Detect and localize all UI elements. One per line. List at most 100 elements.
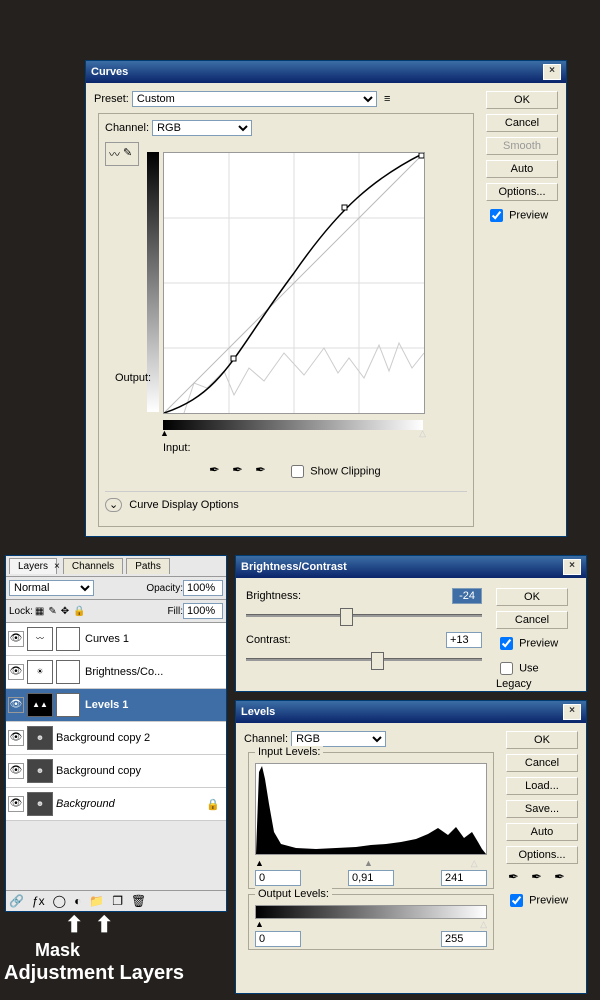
link-icon[interactable]: 🔗 [9, 894, 24, 908]
titlebar[interactable]: Levels × [236, 701, 586, 723]
output-black[interactable] [255, 931, 301, 947]
eyedropper-black-icon[interactable]: ✒ [508, 869, 524, 885]
lock-move-icon[interactable]: ✥ [61, 606, 69, 617]
ok-button[interactable]: OK [496, 588, 568, 606]
layer-row[interactable]: 👁〰Curves 1 [6, 623, 226, 656]
cancel-button[interactable]: Cancel [506, 754, 578, 772]
contrast-slider[interactable] [246, 650, 482, 670]
layer-thumbnail[interactable]: ☻ [27, 759, 53, 783]
layer-name: Levels 1 [85, 699, 128, 711]
preset-select[interactable]: Custom [132, 91, 377, 107]
titlebar[interactable]: Brightness/Contrast × [236, 556, 586, 578]
title: Levels [241, 706, 275, 718]
cancel-button[interactable]: Cancel [496, 611, 568, 629]
auto-button[interactable]: Auto [506, 823, 578, 841]
folder-icon[interactable]: 📁 [89, 894, 104, 908]
brightness-label: Brightness: [246, 590, 321, 602]
tab-channels[interactable]: Channels [63, 558, 123, 574]
eyedropper-white-icon[interactable]: ✒ [255, 462, 271, 478]
eye-icon[interactable]: 👁 [8, 631, 24, 647]
add-mask-icon[interactable]: ◯ [53, 894, 66, 908]
show-clipping-checkbox[interactable] [291, 465, 304, 478]
white-point-slider[interactable]: △ [471, 858, 478, 869]
legacy-checkbox[interactable] [500, 662, 513, 675]
smooth-button[interactable]: Smooth [486, 137, 558, 155]
output-white[interactable] [441, 931, 487, 947]
close-icon[interactable]: × [563, 559, 581, 575]
close-icon[interactable]: × [563, 704, 581, 720]
opacity-value[interactable]: 100% [183, 580, 223, 596]
layer-row[interactable]: 👁☀Brightness/Co... [6, 656, 226, 689]
titlebar[interactable]: Curves × [86, 61, 566, 83]
preset-menu-icon[interactable]: ≡ [384, 93, 390, 105]
eye-icon[interactable]: 👁 [8, 697, 24, 713]
auto-button[interactable]: Auto [486, 160, 558, 178]
eyedropper-white-icon[interactable]: ✒ [554, 869, 570, 885]
contrast-value[interactable]: +13 [446, 632, 482, 648]
layer-thumbnail[interactable]: 〰 [27, 627, 53, 651]
curve-graph[interactable] [163, 152, 425, 414]
ok-button[interactable]: OK [486, 91, 558, 109]
layer-row[interactable]: 👁☻Background copy [6, 755, 226, 788]
layer-row[interactable]: 👁☻Background copy 2 [6, 722, 226, 755]
preview-checkbox[interactable] [510, 894, 523, 907]
tab-layers[interactable]: Layers [9, 558, 57, 574]
layer-thumbnail[interactable]: ☀ [27, 660, 53, 684]
load-button[interactable]: Load... [506, 777, 578, 795]
input-white[interactable] [441, 870, 487, 886]
tab-paths[interactable]: Paths [126, 558, 170, 574]
save-button[interactable]: Save... [506, 800, 578, 818]
lock-brush-icon[interactable]: ✎ [48, 606, 56, 617]
layer-row[interactable]: 👁☻Background🔒 [6, 788, 226, 821]
adjustment-icon[interactable]: ◐ [74, 894, 81, 908]
curve-tool-icon[interactable]: 〰 [109, 146, 120, 162]
brightness-slider[interactable] [246, 606, 482, 626]
ok-button[interactable]: OK [506, 731, 578, 749]
fill-value[interactable]: 100% [183, 603, 223, 619]
arrow-icon: ⬆ [95, 912, 113, 938]
expand-icon[interactable]: ⌄ [105, 498, 122, 512]
layers-panel: Layers× Channels Paths Normal Opacity: 1… [5, 555, 227, 912]
eye-icon[interactable]: 👁 [8, 763, 24, 779]
input-gradient: ▲ △ [163, 420, 423, 430]
input-gamma[interactable] [348, 870, 394, 886]
channel-select[interactable]: RGB [291, 731, 386, 747]
out-black-slider[interactable]: ▲ [255, 919, 264, 929]
gray-point-slider[interactable]: ▲ [364, 858, 373, 868]
channel-select[interactable]: RGB [152, 120, 252, 136]
pencil-tool-icon[interactable]: ✎ [123, 146, 132, 162]
eye-icon[interactable]: 👁 [8, 796, 24, 812]
eyedropper-gray-icon[interactable]: ✒ [232, 462, 248, 478]
black-slider-icon[interactable]: ▲ [160, 428, 169, 438]
blend-mode-select[interactable]: Normal [9, 580, 94, 596]
eye-icon[interactable]: 👁 [8, 730, 24, 746]
preview-checkbox[interactable] [500, 637, 513, 650]
layer-mask[interactable] [56, 660, 80, 684]
trash-icon[interactable]: 🗑 [131, 894, 146, 908]
black-point-slider[interactable]: ▲ [255, 858, 264, 868]
eye-icon[interactable]: 👁 [8, 664, 24, 680]
mask-annotation: Mask [35, 940, 80, 961]
preview-checkbox[interactable] [490, 209, 503, 222]
layer-mask[interactable] [56, 693, 80, 717]
lock-pixels-icon[interactable]: ▦ [35, 606, 44, 617]
layer-thumbnail[interactable]: ☻ [27, 726, 53, 750]
layer-row[interactable]: 👁▲▲ Levels 1 [6, 689, 226, 722]
fx-icon[interactable]: ƒx [32, 894, 45, 908]
layer-thumbnail[interactable]: ▲▲ [27, 693, 53, 717]
cancel-button[interactable]: Cancel [486, 114, 558, 132]
brightness-value[interactable]: -24 [452, 588, 482, 604]
options-button[interactable]: Options... [506, 846, 578, 864]
channel-label: Channel: [244, 733, 288, 745]
layer-mask[interactable] [56, 627, 80, 651]
eyedropper-gray-icon[interactable]: ✒ [531, 869, 547, 885]
input-black[interactable] [255, 870, 301, 886]
options-button[interactable]: Options... [486, 183, 558, 201]
close-icon[interactable]: × [543, 64, 561, 80]
out-white-slider[interactable]: △ [480, 919, 487, 930]
layer-thumbnail[interactable]: ☻ [27, 792, 53, 816]
white-slider-icon[interactable]: △ [419, 428, 426, 439]
lock-all-icon[interactable]: 🔒 [73, 606, 85, 617]
eyedropper-black-icon[interactable]: ✒ [209, 462, 225, 478]
new-layer-icon[interactable]: ❐ [112, 894, 123, 908]
